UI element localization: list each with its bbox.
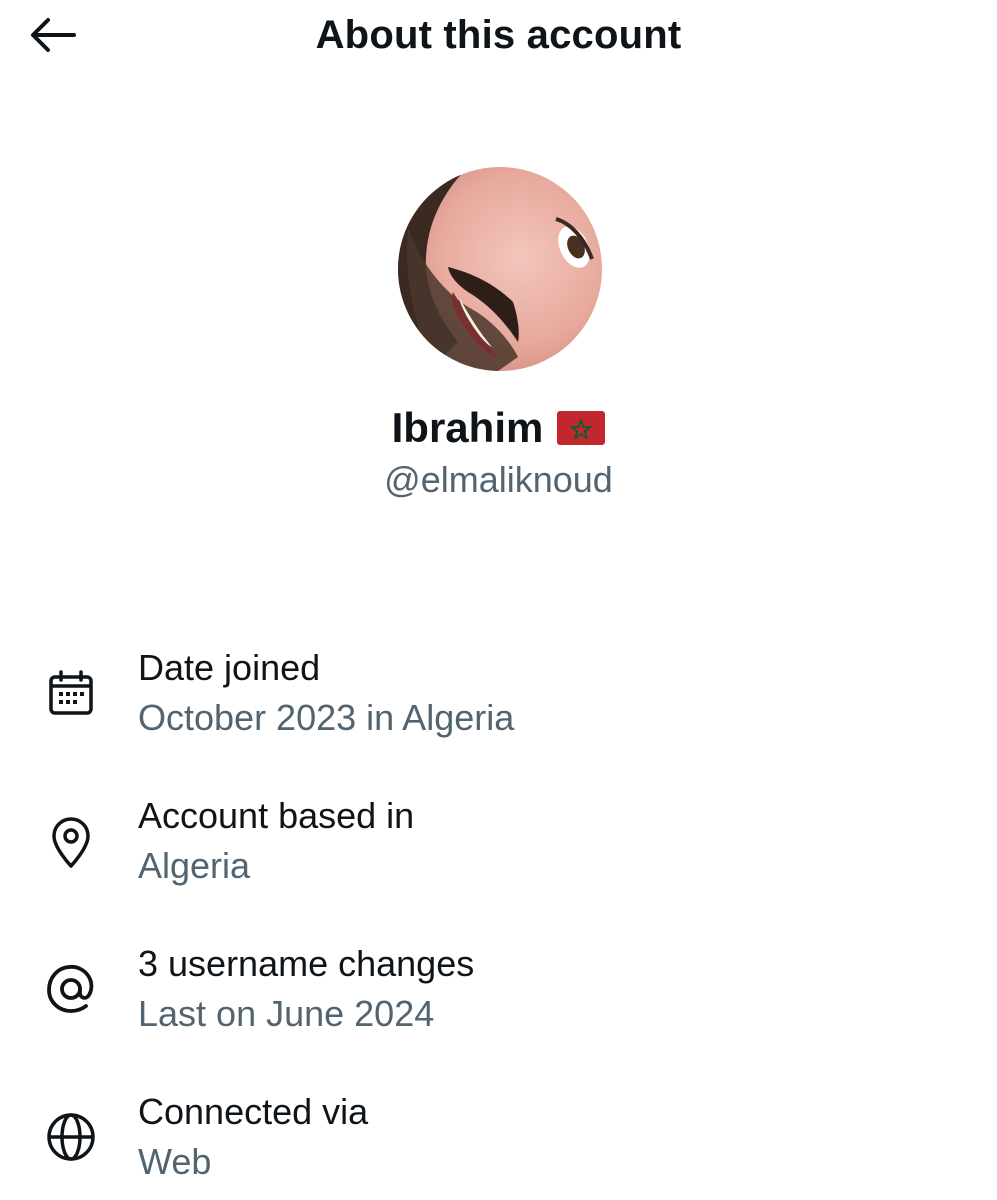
calendar-icon	[40, 662, 102, 724]
info-value: Last on June 2024	[138, 993, 435, 1034]
info-item-username-changes: 3 username changes Last on June 2024	[0, 936, 997, 1046]
profile-handle: @elmaliknoud	[384, 459, 613, 500]
info-value: October 2023 in Algeria	[138, 697, 515, 738]
info-title: Account based in	[138, 795, 415, 836]
info-title: Connected via	[138, 1091, 369, 1132]
location-pin-icon	[40, 812, 102, 874]
info-title: Date joined	[138, 647, 321, 688]
info-title: 3 username changes	[138, 943, 475, 984]
morocco-flag-icon	[557, 411, 606, 445]
info-item-connected-via: Connected via Web	[0, 1084, 997, 1194]
profile-name-row: Ibrahim	[0, 400, 997, 456]
info-item-date-joined: Date joined October 2023 in Algeria	[0, 640, 997, 750]
profile-name: Ibrahim	[391, 404, 544, 451]
globe-icon	[40, 1106, 102, 1168]
page-title: About this account	[315, 13, 682, 57]
info-value: Algeria	[138, 845, 251, 886]
info-value: Web	[138, 1141, 212, 1182]
at-sign-icon	[40, 958, 102, 1020]
header-bar: About this account	[0, 0, 997, 72]
avatar	[398, 167, 602, 371]
info-item-account-based-in: Account based in Algeria	[0, 788, 997, 898]
